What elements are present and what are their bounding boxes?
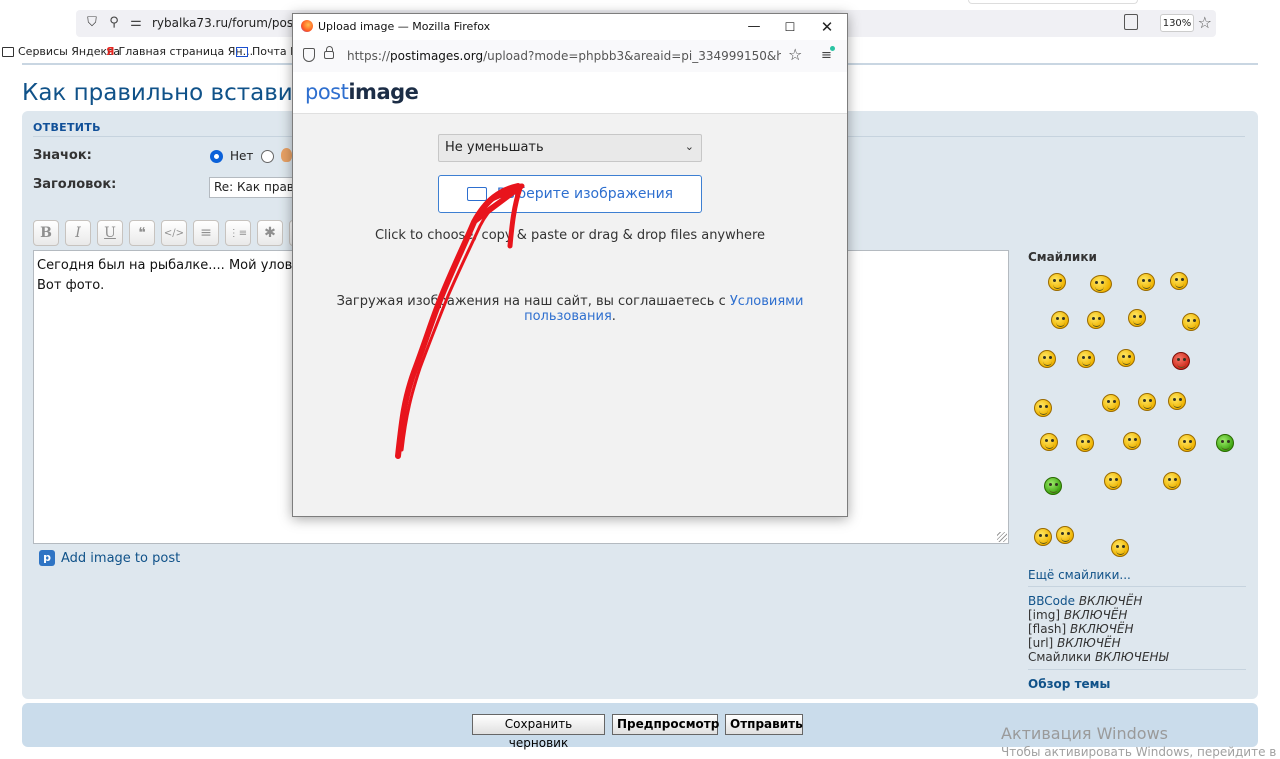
lock-icon[interactable] [324,46,334,59]
list-button[interactable]: ≡ [193,220,219,246]
browser-tab-stub[interactable] [968,0,1138,4]
bookmark-mail[interactable]: Почта M [236,45,300,58]
postimage-header: postimage [293,72,847,114]
quote-button[interactable]: ❝ [129,220,155,246]
smiley-icon[interactable] [1102,394,1120,412]
resize-select[interactable]: Не уменьшать ⌄ [438,134,702,162]
icon-none-label: Нет [230,149,254,163]
permissions-icon[interactable]: ⚲ [106,15,122,31]
terms-notice: Загружая изображения на наш сайт, вы сог… [336,294,804,324]
upload-image-window: Upload image — Mozilla Firefox — ☐ ✕ htt… [292,13,848,517]
zoom-level[interactable]: 130% [1160,14,1194,32]
minimize-icon[interactable]: — [745,18,763,36]
smiley-icon[interactable] [1048,273,1066,291]
popup-title: Upload image — Mozilla Firefox [318,20,491,33]
reader-view-icon[interactable] [1124,14,1138,30]
sidebar-divider [1028,669,1246,670]
smiley-icon[interactable] [1138,393,1156,411]
sidebar-divider [1028,586,1246,587]
smiley-icon[interactable] [1111,539,1129,557]
mail-icon [236,46,248,57]
choose-images-button[interactable]: Выберите изображения [438,175,702,213]
resize-grip-icon[interactable] [997,532,1007,542]
chevron-down-icon: ⌄ [684,140,694,153]
bbcode-link[interactable]: BBCode [1028,594,1075,608]
update-badge-icon [830,46,835,51]
popup-titlebar[interactable]: Upload image — Mozilla Firefox — ☐ ✕ [293,14,847,40]
windows-activation-title: Активация Windows [1001,724,1168,743]
smiley-icon[interactable] [1178,434,1196,452]
smiley-icon[interactable] [1087,311,1105,329]
bbcode-status-list: BBCode ВКЛЮЧЁН [img] ВКЛЮЧЁН [flash] ВКЛ… [1028,594,1169,664]
bbcode-toolbar: B I U ❝ </> ≡ ⋮≡ ✱ ▭ [33,220,315,246]
postimage-icon: p [39,550,55,566]
bold-button[interactable]: B [33,220,59,246]
italic-button[interactable]: I [65,220,91,246]
smiley-icon[interactable] [1170,272,1188,290]
icon-none-radio[interactable] [210,150,223,163]
ordered-list-button[interactable]: ⋮≡ [225,220,251,246]
green-smiley-icon[interactable] [1216,434,1234,452]
maximize-icon[interactable]: ☐ [781,18,799,36]
yandex-icon: Я [106,45,115,58]
submit-button[interactable]: Отправить [725,714,803,735]
smilies-title: Смайлики [1028,250,1097,264]
folder-icon [2,46,14,57]
bookmark-star-icon[interactable]: ☆ [1198,13,1212,32]
smiley-icon[interactable] [1104,472,1122,490]
smiley-icon[interactable] [1056,526,1074,544]
windows-activation-subtitle: Чтобы активировать Windows, перейдите в … [1001,745,1280,759]
bookmark-yandex-services[interactable]: Сервисы Яндекса [2,45,120,58]
save-draft-button[interactable]: Сохранить черновик [472,714,605,750]
postimage-logo[interactable]: postimage [305,80,419,104]
add-image-link[interactable]: p Add image to post [39,550,180,566]
smiley-icon[interactable] [1137,273,1155,291]
upload-hint: Click to choose, copy & paste or drag & … [374,228,766,243]
preview-button[interactable]: Предпросмотр [612,714,719,735]
devil-smiley-icon[interactable] [1172,352,1190,370]
green-smiley-icon[interactable] [1044,477,1062,495]
folder-open-icon [466,187,487,201]
site-settings-icon[interactable]: ⚌ [128,15,144,31]
topic-review-link[interactable]: Обзор темы [1028,677,1110,691]
subject-label: Заголовок: [33,177,117,192]
more-smilies-link[interactable]: Ещё смайлики... [1028,568,1131,582]
smiley-icon[interactable] [1051,311,1069,329]
shield-icon[interactable] [303,48,315,62]
smiley-icon[interactable] [1128,309,1146,327]
popup-address-bar[interactable]: https://postimages.org/upload?mode=phpbb… [293,40,847,72]
reply-heading: ОТВЕТИТЬ [33,121,101,134]
underline-button[interactable]: U [97,220,123,246]
smiley-icon[interactable] [1076,434,1094,452]
smiley-icon[interactable] [1123,432,1141,450]
bookmark-star-icon[interactable]: ☆ [788,45,802,64]
smiley-icon[interactable] [1090,275,1112,293]
fire-icon [281,148,292,162]
list-item-button[interactable]: ✱ [257,220,283,246]
smiley-icon[interactable] [1034,399,1052,417]
firefox-icon [301,20,313,32]
smiley-icon[interactable] [1034,528,1052,546]
bookmark-yandex-home[interactable]: Я Главная страница Ян... [106,45,253,58]
popup-url[interactable]: https://postimages.org/upload?mode=phpbb… [347,49,781,63]
icon-label: Значок: [33,148,92,163]
icon-fire-radio[interactable] [261,150,274,163]
close-icon[interactable]: ✕ [818,18,836,36]
code-button[interactable]: </> [161,220,187,246]
shield-icon[interactable]: ⛉ [84,15,100,31]
smiley-icon[interactable] [1077,350,1095,368]
smiley-icon[interactable] [1117,349,1135,367]
smiley-icon[interactable] [1168,392,1186,410]
smiley-icon[interactable] [1182,313,1200,331]
smiley-icon[interactable] [1038,350,1056,368]
smiley-icon[interactable] [1163,472,1181,490]
smiley-icon[interactable] [1040,433,1058,451]
